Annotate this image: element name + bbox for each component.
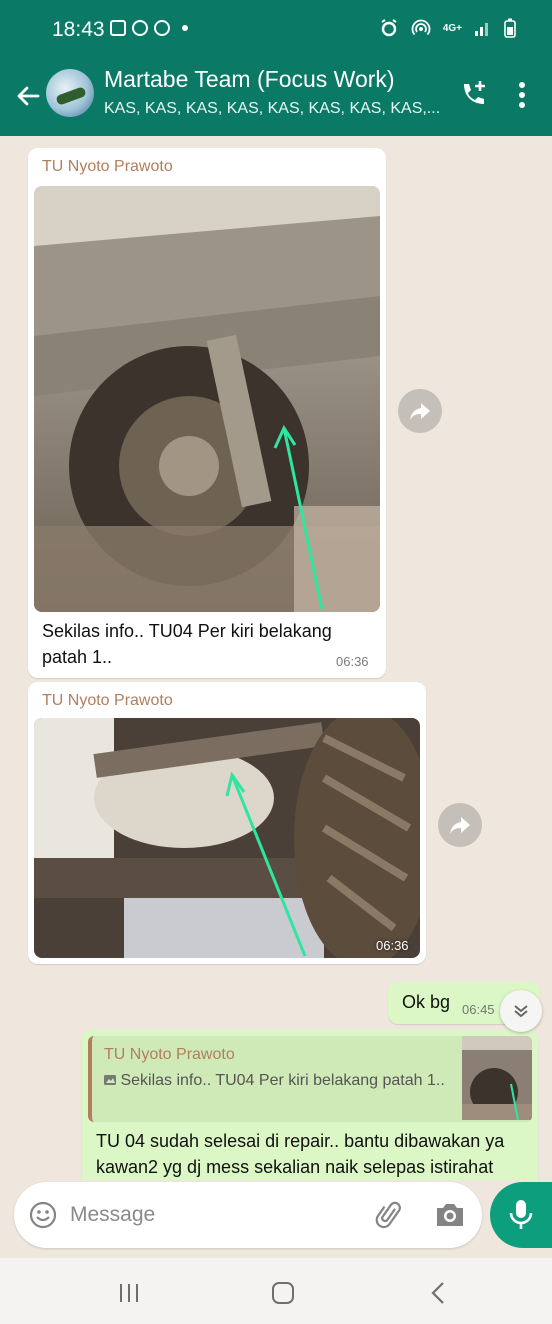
share-icon xyxy=(450,817,470,834)
status-time: 18:43 xyxy=(52,18,105,41)
instagram-icon-2 xyxy=(154,20,170,36)
back-arrow-icon[interactable] xyxy=(14,82,42,110)
camera-icon[interactable] xyxy=(434,1201,466,1229)
message-bubble-1[interactable]: TU Nyoto Prawoto Sekilas info.. TU04 Per… xyxy=(28,148,386,678)
outgoing-text: Ok bg xyxy=(402,992,451,1012)
system-nav-bar xyxy=(0,1258,552,1324)
outgoing-time: 06:45 xyxy=(462,1002,495,1017)
emoji-icon[interactable] xyxy=(28,1200,58,1230)
network-label: 4G+ xyxy=(442,22,462,34)
reply-line-1: TU 04 sudah selesai di repair.. bantu di… xyxy=(96,1131,505,1151)
more-vert-icon[interactable] xyxy=(518,82,526,108)
photo-message-2[interactable] xyxy=(34,718,420,958)
share-icon xyxy=(410,403,430,420)
chat-area[interactable]: TU Nyoto Prawoto Sekilas info.. TU04 Per… xyxy=(0,136,552,1180)
message-time: 06:36 xyxy=(376,938,409,953)
group-title[interactable]: Martabe Team (Focus Work) xyxy=(104,66,395,93)
share-button-2[interactable] xyxy=(438,803,482,847)
caption-line-1: Sekilas info.. TU04 Per kiri belakang xyxy=(42,621,332,641)
sender-name[interactable]: TU Nyoto Prawoto xyxy=(42,158,173,176)
photo-icon xyxy=(104,1075,116,1085)
signal-icon xyxy=(475,23,488,36)
nav-back-icon[interactable] xyxy=(430,1281,446,1305)
attach-icon[interactable] xyxy=(374,1200,404,1230)
status-bar: 18:43 4G+ xyxy=(0,0,552,60)
chevrons-down-icon xyxy=(514,1005,528,1018)
chat-header: Martabe Team (Focus Work) KAS, KAS, KAS,… xyxy=(0,60,552,136)
message-caption: Sekilas info.. TU04 Per kiri belakang pa… xyxy=(42,618,372,670)
alarm-icon xyxy=(381,19,397,37)
more-notifications-icon xyxy=(182,25,188,31)
gallery-icon xyxy=(110,20,126,36)
photo-chassis-underside xyxy=(34,718,420,958)
instagram-icon xyxy=(132,20,148,36)
message-composer xyxy=(14,1182,482,1248)
reply-line-2: kawan2 yg dj mess sekalian naik selepas … xyxy=(96,1157,494,1177)
photo-message-1[interactable] xyxy=(34,186,380,612)
voice-record-button[interactable] xyxy=(490,1182,552,1248)
message-bubble-2[interactable]: TU Nyoto Prawoto 06:36 xyxy=(28,682,426,964)
notification-icons xyxy=(110,20,188,36)
message-input[interactable] xyxy=(70,1196,360,1234)
group-members[interactable]: KAS, KAS, KAS, KAS, KAS, KAS, KAS, KAS,.… xyxy=(104,100,440,118)
quoted-text-content: Sekilas info.. TU04 Per kiri belakang pa… xyxy=(120,1072,445,1089)
quoted-sender: TU Nyoto Prawoto xyxy=(104,1046,235,1063)
caption-line-2: patah 1.. xyxy=(42,647,113,667)
mic-icon xyxy=(509,1200,533,1229)
recents-icon[interactable] xyxy=(118,1283,140,1303)
home-icon[interactable] xyxy=(272,1282,294,1304)
system-icons: 4G+ xyxy=(379,18,516,38)
quoted-photo-thumbnail xyxy=(462,1036,532,1120)
message-time: 06:36 xyxy=(336,654,369,669)
scroll-to-bottom-button[interactable] xyxy=(500,990,542,1032)
add-call-icon[interactable] xyxy=(458,78,490,110)
quoted-text: Sekilas info.. TU04 Per kiri belakang pa… xyxy=(104,1070,454,1092)
reply-message[interactable]: TU Nyoto Prawoto Sekilas info.. TU04 Per… xyxy=(82,1030,538,1180)
photo-truck-suspension xyxy=(34,186,380,612)
hotspot-icon xyxy=(411,19,431,36)
battery-icon xyxy=(504,18,516,38)
share-button-1[interactable] xyxy=(398,389,442,433)
quoted-message[interactable]: TU Nyoto Prawoto Sekilas info.. TU04 Per… xyxy=(88,1036,532,1122)
group-avatar[interactable] xyxy=(46,69,94,117)
sender-name[interactable]: TU Nyoto Prawoto xyxy=(42,692,173,710)
